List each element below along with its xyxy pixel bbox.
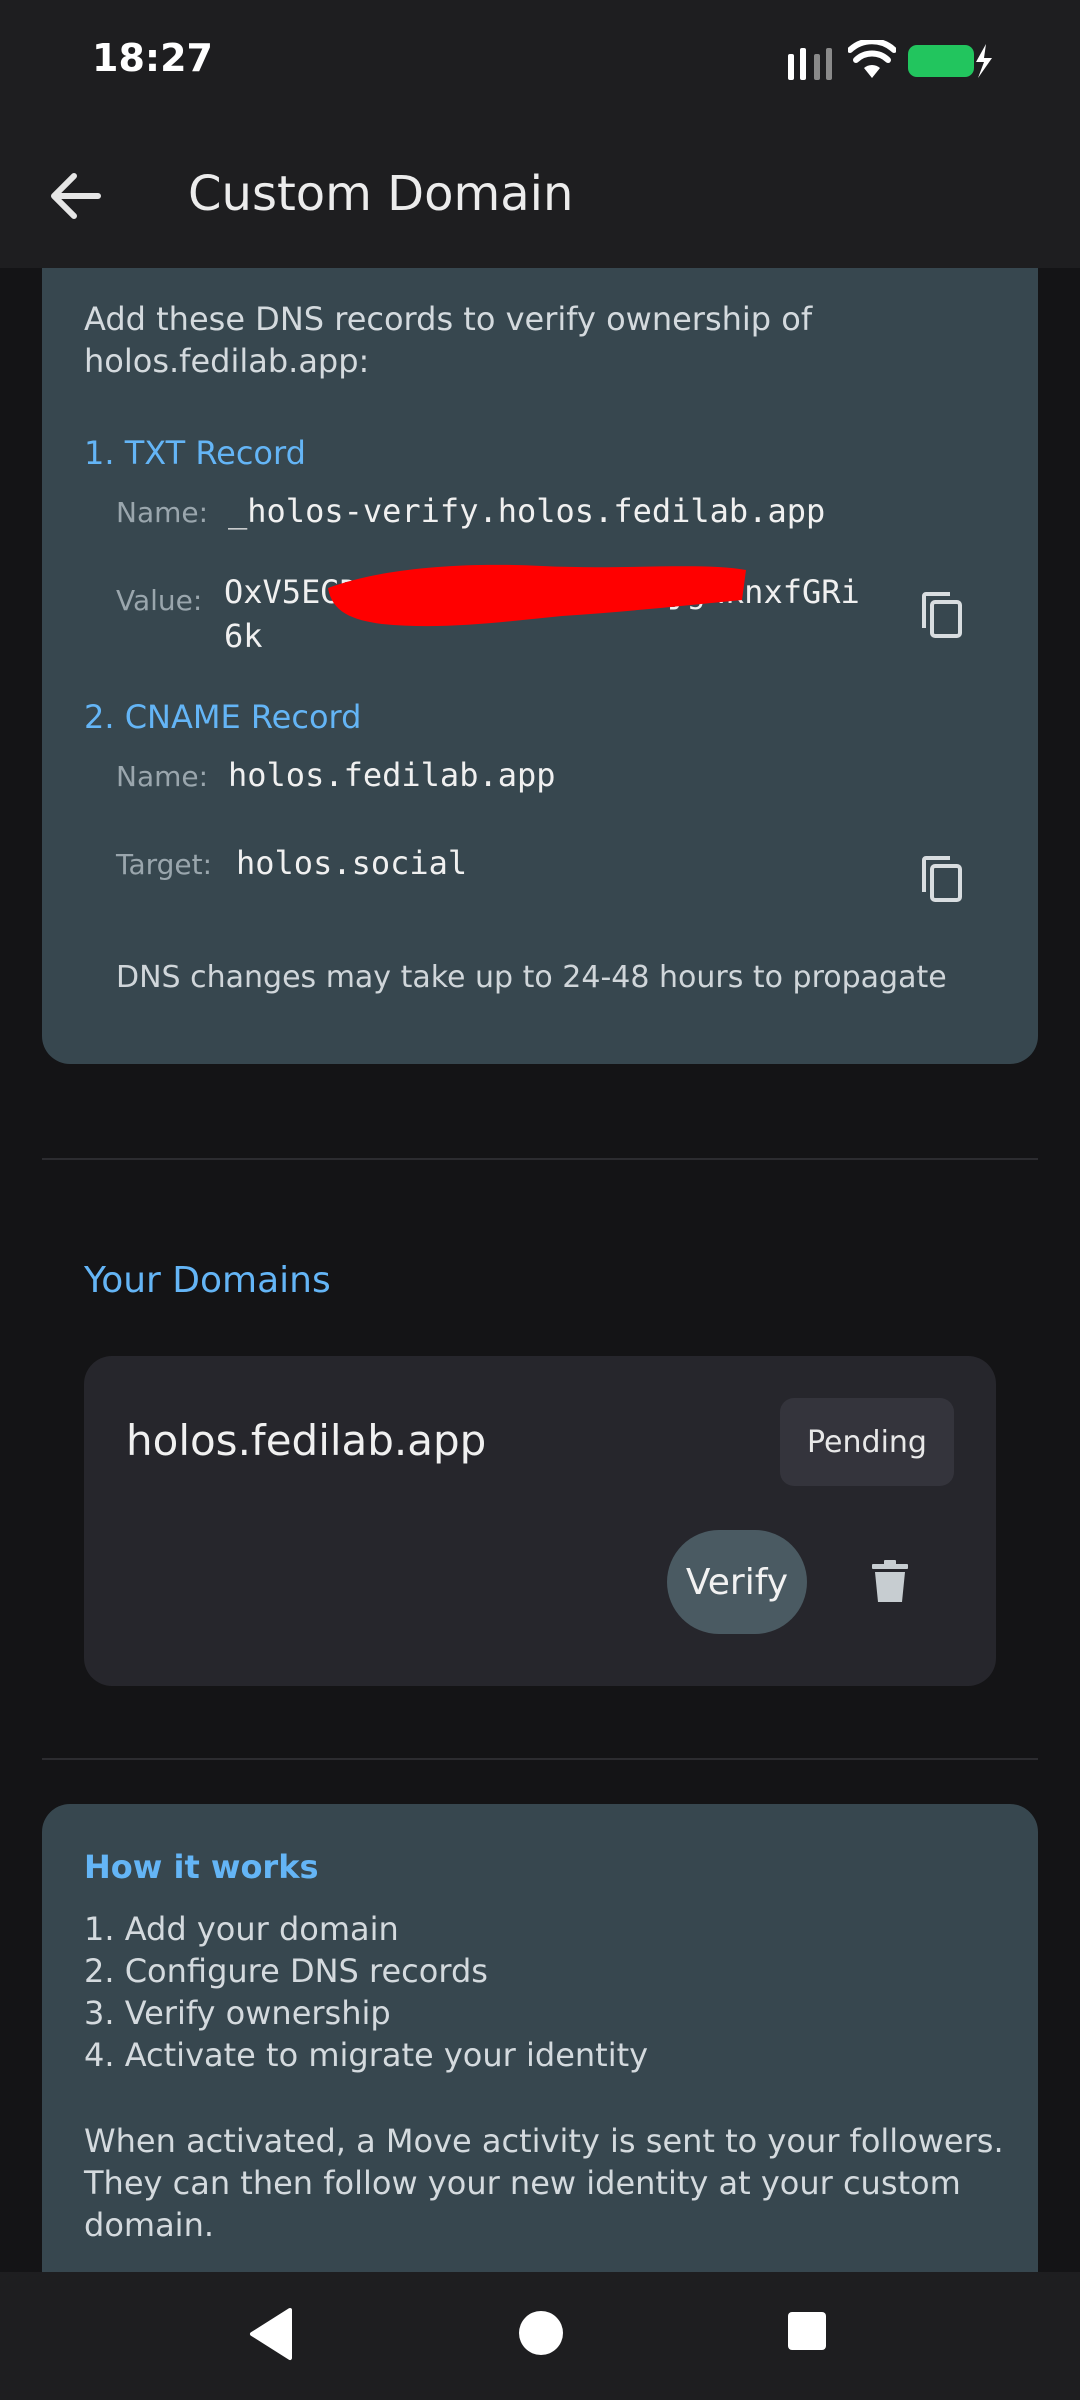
battery-charging-icon	[908, 44, 992, 78]
redaction-scribble	[328, 564, 746, 627]
domain-card: holos.fedilab.app Pending Verify	[84, 1356, 996, 1686]
step-item: 3. Verify ownership	[84, 1994, 391, 2032]
cname-name-value: holos.fedilab.app	[228, 756, 556, 794]
step-item: 4. Activate to migrate your identity	[84, 2036, 649, 2074]
wifi-icon	[848, 40, 896, 78]
copy-cname-target-icon[interactable]	[918, 854, 966, 906]
nav-back-icon[interactable]	[246, 2306, 294, 2362]
dns-records-card: Add these DNS records to verify ownershi…	[42, 268, 1038, 1064]
system-nav-bar	[0, 2272, 1080, 2400]
how-it-works-steps: 1. Add your domain 2. Configure DNS reco…	[84, 1908, 648, 2076]
domain-name: holos.fedilab.app	[126, 1416, 487, 1465]
copy-txt-value-icon[interactable]	[918, 590, 966, 642]
how-it-works-description: When activated, a Move activity is sent …	[84, 2122, 1004, 2244]
divider	[42, 1158, 1038, 1160]
status-badge: Pending	[780, 1398, 954, 1486]
cname-name-label: Name:	[116, 760, 209, 793]
your-domains-title: Your Domains	[84, 1260, 331, 1301]
dns-intro-text: Add these DNS records to verify ownershi…	[84, 300, 813, 380]
cname-target-label: Target:	[116, 848, 213, 881]
nav-home-icon[interactable]	[516, 2308, 566, 2358]
scroll-content[interactable]: Add these DNS records to verify ownershi…	[0, 268, 1080, 2272]
how-it-works-card: How it works 1. Add your domain 2. Confi…	[42, 1804, 1038, 2272]
status-time: 18:27	[92, 36, 213, 80]
app-bar: Custom Domain	[0, 130, 1080, 268]
how-it-works-title: How it works	[84, 1848, 319, 1886]
txt-record-title: 1. TXT Record	[84, 434, 306, 472]
page-title: Custom Domain	[188, 166, 574, 222]
txt-value-label: Value:	[116, 584, 203, 617]
dns-propagation-note: DNS changes may take up to 24-48 hours t…	[116, 960, 947, 995]
step-item: 1. Add your domain	[84, 1910, 399, 1948]
signal-icon	[788, 48, 832, 80]
cname-target-value: holos.social	[236, 844, 468, 882]
trash-icon[interactable]	[870, 1560, 910, 1604]
divider	[42, 1758, 1038, 1760]
txt-name-value: _holos-verify.holos.fedilab.app	[228, 492, 826, 530]
cname-record-title: 2. CNAME Record	[84, 698, 362, 736]
step-item: 2. Configure DNS records	[84, 1952, 488, 1990]
status-bar: 18:27	[0, 0, 1080, 130]
back-arrow-icon[interactable]	[40, 160, 112, 232]
verify-button[interactable]: Verify	[667, 1530, 807, 1634]
txt-name-label: Name:	[116, 496, 209, 529]
nav-recents-icon[interactable]	[786, 2310, 828, 2352]
